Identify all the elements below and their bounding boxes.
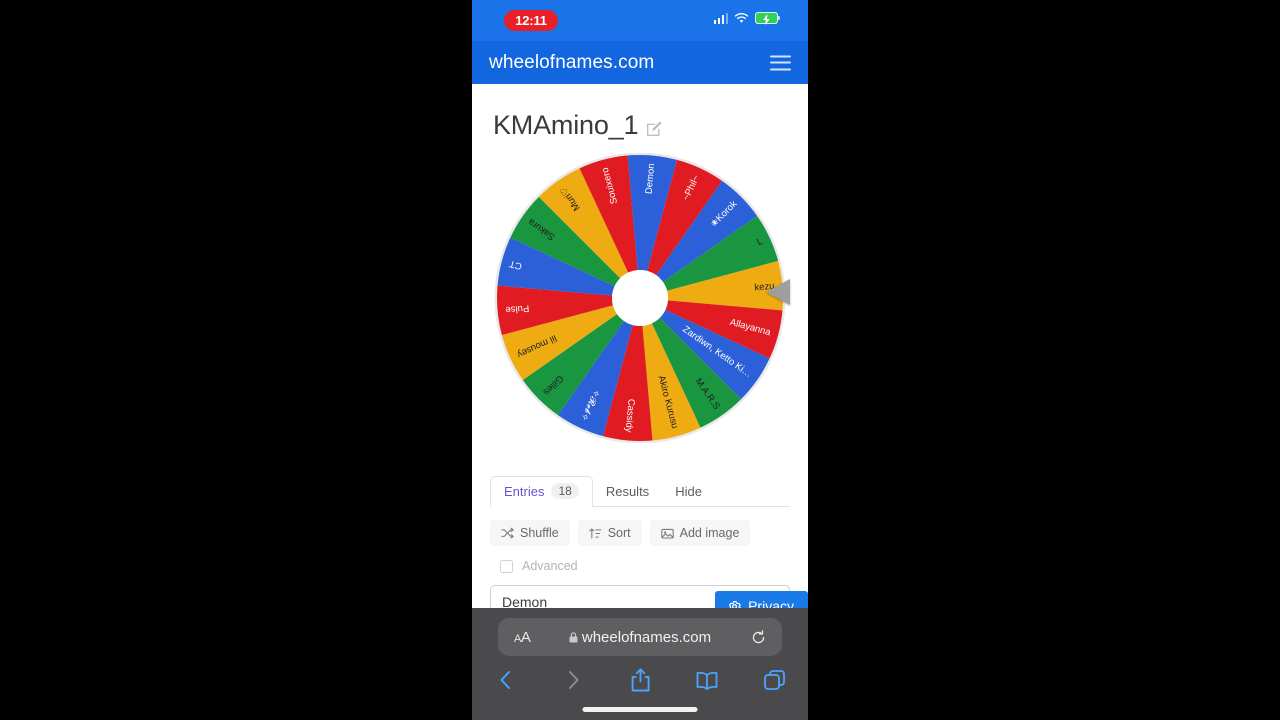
wheel-segment-label: Pulse [505,302,530,315]
phone-screen: 12:11 wheelofnames.com KMAmino_1 Demon ~… [472,0,808,720]
back-icon[interactable] [472,669,539,691]
page-title-row: KMAmino_1 [472,84,808,141]
tab-entries[interactable]: Entries 18 [490,476,593,507]
wifi-icon [734,12,749,23]
shuffle-button[interactable]: Shuffle [490,520,570,546]
sort-button[interactable]: Sort [577,520,642,546]
bookmarks-icon[interactable] [674,671,741,690]
entries-toolbar: Shuffle Sort Add image [490,520,790,546]
edit-pencil-icon[interactable] [646,120,663,137]
status-bar-indicators [713,12,781,25]
safari-url[interactable]: wheelofnames.com [498,629,782,646]
page-title: KMAmino_1 [493,110,639,140]
spinning-wheel[interactable]: Demon ~Phil~ ✬Korok Lkezu Allayanna Zardiwn, … [490,153,790,443]
site-header: wheelofnames.com [472,41,808,84]
forward-icon[interactable] [539,669,606,691]
ios-status-bar: 12:11 [472,0,808,41]
home-indicator [582,707,698,712]
sort-icon [588,527,602,538]
advanced-row[interactable]: Advanced [500,559,790,573]
tool-button-label: Shuffle [520,526,559,540]
site-title: wheelofnames.com [489,51,655,73]
wheel-pointer-triangle [766,279,790,305]
safari-url-text: wheelofnames.com [581,628,712,646]
wheel-area: Demon ~Phil~ ✬Korok Lkezu Allayanna Zardiwn, … [472,153,808,443]
reload-icon[interactable] [751,629,766,645]
tabs-icon[interactable] [741,669,808,691]
cellular-signal-icon [713,12,728,24]
text-size-button[interactable]: AA [514,629,531,646]
tool-button-label: Sort [607,526,631,540]
tab-hide[interactable]: Hide [662,478,715,506]
add-image-button[interactable]: Add image [649,520,751,546]
advanced-checkbox[interactable] [500,559,513,573]
lock-icon [569,631,578,642]
battery-charging-icon [755,12,781,25]
safari-nav-row [472,661,808,699]
share-icon[interactable] [606,668,673,692]
safari-url-bar[interactable]: AA wheelofnames.com [498,618,782,656]
advanced-label: Advanced [522,559,578,573]
image-icon [660,528,674,538]
tab-label: Entries [504,483,545,499]
shuffle-icon [501,527,514,538]
status-bar-clock: 12:11 [504,10,558,31]
tab-label: Results [605,484,650,499]
tool-button-label: Add image [679,526,740,540]
entries-tabs: Entries 18 Results Hide [490,476,790,507]
safari-bottom-bar: AA wheelofnames.com [472,608,808,720]
hamburger-menu-icon[interactable] [770,55,791,70]
tab-label: Hide [675,484,702,499]
tab-results[interactable]: Results [593,478,662,506]
tab-count-badge: 18 [551,483,579,499]
